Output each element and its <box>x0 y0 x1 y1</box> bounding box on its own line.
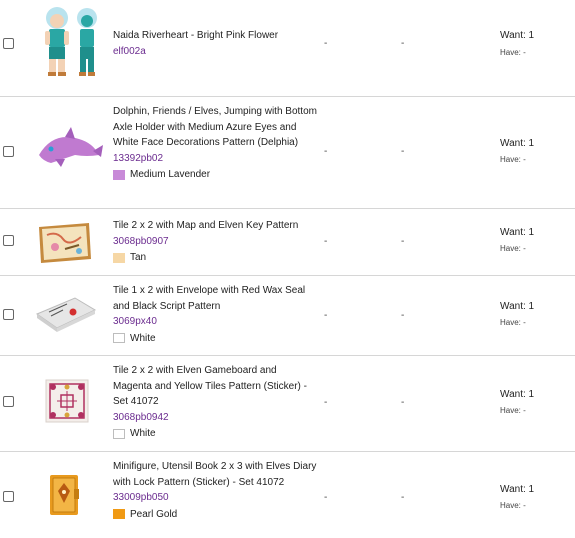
item-part-number-link[interactable]: 3068pb0942 <box>113 410 318 426</box>
color-name: Medium Lavender <box>130 169 211 180</box>
item-details: Dolphin, Friends / Elves, Jumping with B… <box>113 104 318 183</box>
color-name: White <box>130 428 156 439</box>
column-value: - <box>401 236 405 247</box>
column-value: - <box>324 146 328 157</box>
have-quantity: Have: - <box>500 48 526 57</box>
list-item: Tile 1 x 2 with Envelope with Red Wax Se… <box>0 276 575 356</box>
column-value: - <box>324 38 328 49</box>
list-item: Minifigure, Utensil Book 2 x 3 with Elve… <box>0 452 575 538</box>
item-details: Tile 2 x 2 with Elven Gameboard and Mage… <box>113 363 318 442</box>
column-value: - <box>324 236 328 247</box>
color-swatch <box>113 333 125 344</box>
item-part-number-link[interactable]: 13392pb02 <box>113 151 318 167</box>
want-quantity: Want: 1 <box>500 389 535 400</box>
column-value: - <box>401 38 405 49</box>
item-name: Tile 1 x 2 with Envelope with Red Wax Se… <box>113 285 306 312</box>
item-color: White <box>113 426 318 442</box>
item-color: Pearl Gold <box>113 507 318 523</box>
want-quantity: Want: 1 <box>500 30 535 41</box>
item-name: Naida Riverheart - Bright Pink Flower <box>113 30 279 41</box>
item-part-number-link[interactable]: 33009pb050 <box>113 490 318 506</box>
have-quantity: Have: - <box>500 406 526 415</box>
dolphin-image <box>39 127 103 167</box>
color-swatch <box>113 428 125 439</box>
have-quantity: Have: - <box>500 501 526 510</box>
list-item: Tile 2 x 2 with Elven Gameboard and Mage… <box>0 356 575 452</box>
select-checkbox[interactable] <box>3 309 14 320</box>
minifigure-image <box>45 7 97 76</box>
select-checkbox[interactable] <box>3 235 14 246</box>
column-value: - <box>401 492 405 503</box>
item-color: White <box>113 331 318 347</box>
color-swatch <box>113 252 125 263</box>
color-swatch <box>113 509 125 520</box>
color-name: Tan <box>130 252 147 263</box>
item-part-number-link[interactable]: elf002a <box>113 44 318 60</box>
item-part-number-link[interactable]: 3068pb0907 <box>113 234 318 250</box>
wanted-parts-list: Naida Riverheart - Bright Pink Flower el… <box>0 0 575 538</box>
list-item: Dolphin, Friends / Elves, Jumping with B… <box>0 97 575 209</box>
item-name: Tile 2 x 2 with Map and Elven Key Patter… <box>113 220 299 231</box>
map-tile-image <box>39 223 91 263</box>
have-quantity: Have: - <box>500 244 526 253</box>
want-quantity: Want: 1 <box>500 138 535 149</box>
select-checkbox[interactable] <box>3 146 14 157</box>
want-quantity: Want: 1 <box>500 301 535 312</box>
list-item: Naida Riverheart - Bright Pink Flower el… <box>0 0 575 97</box>
have-quantity: Have: - <box>500 155 526 164</box>
item-details: Minifigure, Utensil Book 2 x 3 with Elve… <box>113 459 318 522</box>
select-checkbox[interactable] <box>3 38 14 49</box>
envelope-tile-image <box>35 297 97 332</box>
item-name: Minifigure, Utensil Book 2 x 3 with Elve… <box>113 461 317 488</box>
item-name: Tile 2 x 2 with Elven Gameboard and Mage… <box>113 365 307 407</box>
column-value: - <box>324 397 328 408</box>
column-value: - <box>401 397 405 408</box>
column-value: - <box>324 492 328 503</box>
want-quantity: Want: 1 <box>500 484 535 495</box>
column-value: - <box>401 310 405 321</box>
gameboard-tile-image <box>45 379 89 423</box>
want-quantity: Want: 1 <box>500 227 535 238</box>
column-value: - <box>324 310 328 321</box>
diary-book-image <box>50 475 79 515</box>
item-color: Medium Lavender <box>113 167 318 183</box>
item-part-number-link[interactable]: 3069px40 <box>113 314 318 330</box>
item-details: Tile 1 x 2 with Envelope with Red Wax Se… <box>113 283 318 346</box>
column-value: - <box>401 146 405 157</box>
item-details: Tile 2 x 2 with Map and Elven Key Patter… <box>113 218 318 266</box>
color-swatch <box>113 169 125 180</box>
select-checkbox[interactable] <box>3 396 14 407</box>
have-quantity: Have: - <box>500 318 526 327</box>
item-details: Naida Riverheart - Bright Pink Flower el… <box>113 28 318 59</box>
list-item: Tile 2 x 2 with Map and Elven Key Patter… <box>0 209 575 276</box>
item-name: Dolphin, Friends / Elves, Jumping with B… <box>113 106 317 148</box>
color-name: White <box>130 332 156 344</box>
color-name: Pearl Gold <box>130 508 178 520</box>
select-checkbox[interactable] <box>3 491 14 502</box>
item-color: Tan <box>113 250 318 266</box>
